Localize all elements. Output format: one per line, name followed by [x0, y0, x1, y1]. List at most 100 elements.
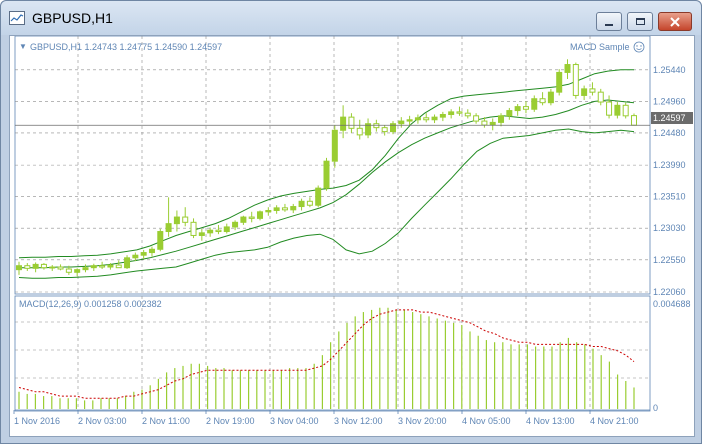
candle-body	[431, 116, 438, 121]
candle-body	[240, 216, 247, 223]
minimize-icon	[605, 23, 613, 26]
candle-body	[464, 112, 471, 117]
candle-body	[531, 98, 538, 110]
candle-body	[173, 216, 180, 225]
candlesticks	[16, 59, 637, 277]
candle-body	[456, 111, 463, 114]
time-tick-label: 2 Nov 03:00	[78, 416, 127, 426]
candle-body	[597, 91, 604, 103]
time-tick-label: 3 Nov 04:00	[270, 416, 319, 426]
candle-body	[448, 111, 455, 116]
candle-body	[140, 252, 147, 256]
candle-body	[198, 232, 205, 236]
time-tick-label: 4 Nov 21:00	[590, 416, 639, 426]
candle-body	[165, 223, 172, 233]
title-bar[interactable]: GBPUSD,H1	[1, 1, 701, 35]
candle-body	[207, 229, 214, 234]
candle-body	[514, 106, 521, 112]
candle-body	[132, 254, 139, 259]
candle-body	[148, 248, 155, 254]
candle-body	[356, 127, 363, 136]
candle-body	[49, 266, 56, 269]
candle-body	[281, 207, 288, 211]
minimize-button[interactable]	[596, 12, 622, 31]
candle-body	[631, 115, 637, 126]
candle-body	[16, 265, 22, 271]
close-button[interactable]	[658, 12, 692, 31]
chart-window-icon	[9, 11, 25, 25]
candle-body	[489, 121, 496, 126]
candle-body	[306, 200, 313, 206]
candle-body	[506, 110, 513, 117]
macd-histogram	[18, 307, 635, 409]
main-panel-frame	[14, 35, 651, 295]
restore-icon	[635, 18, 645, 25]
candle-body	[215, 229, 222, 233]
price-tick-label: 1.24960	[653, 96, 686, 106]
candle-body	[40, 263, 47, 269]
time-tick-label: 2 Nov 11:00	[142, 416, 190, 426]
symbol-info: GBPUSD,H1 1.24743 1.24775 1.24590 1.2459…	[30, 42, 222, 52]
candle-body	[406, 119, 413, 122]
candle-body	[115, 264, 122, 269]
price-tick-label: 1.23030	[653, 223, 686, 233]
price-tick-label: 1.22060	[653, 287, 686, 297]
candle-body	[381, 127, 388, 133]
candle-body	[257, 211, 264, 219]
candle-body	[157, 231, 164, 250]
grid	[14, 35, 651, 412]
candle-body	[398, 120, 405, 125]
candle-body	[182, 216, 189, 223]
candle-body	[90, 265, 97, 269]
time-tick-label: 1 Nov 2016	[14, 416, 60, 426]
candle-body	[589, 88, 596, 93]
chart-canvas[interactable]: 1.25440 1.24960 1.24480 1.23990 1.23510 1.230…	[10, 35, 694, 436]
candle-body	[32, 263, 39, 269]
macd-label: MACD(12,26,9) 0.001258 0.002382	[19, 299, 162, 309]
candle-body	[348, 116, 355, 129]
candle-body	[614, 104, 621, 116]
macd-panel-frame	[14, 295, 651, 412]
candle-body	[124, 257, 131, 269]
time-tick-label: 3 Nov 20:00	[398, 416, 447, 426]
macd-zero-label: 0	[653, 403, 658, 413]
candle-body	[564, 64, 571, 73]
candle-body	[298, 200, 305, 208]
candle-body	[331, 129, 338, 162]
candle-body	[82, 267, 89, 271]
current-price-label: 1.24597	[653, 113, 686, 123]
chart-area[interactable]: 1.25440 1.24960 1.24480 1.23990 1.23510 1.230…	[9, 35, 695, 437]
restore-button[interactable]	[627, 12, 653, 31]
candle-body	[74, 269, 81, 273]
price-tick-label: 1.23510	[653, 192, 686, 202]
price-tick-label: 1.22550	[653, 255, 686, 265]
symbol-dropdown-icon[interactable]: ▼	[19, 42, 27, 51]
candle-body	[622, 104, 629, 117]
smiley-icon	[633, 41, 645, 53]
price-tick-label: 1.24480	[653, 128, 686, 138]
candle-body	[473, 115, 480, 122]
candle-body	[24, 265, 31, 269]
candle-body	[265, 209, 272, 213]
time-tick-label: 2 Nov 19:00	[206, 416, 255, 426]
time-tick-label: 4 Nov 05:00	[462, 416, 511, 426]
candle-body	[522, 106, 529, 110]
time-tick-label: 4 Nov 13:00	[526, 416, 575, 426]
candle-body	[223, 226, 230, 233]
price-tick-label: 1.23990	[653, 160, 686, 170]
window-title: GBPUSD,H1	[32, 10, 113, 26]
candle-body	[423, 117, 430, 121]
candle-body	[315, 187, 322, 206]
macd-signal	[18, 309, 635, 399]
candle-body	[572, 64, 579, 96]
candle-body	[65, 268, 72, 273]
bollinger-lower-line	[18, 128, 635, 279]
candle-body	[439, 114, 446, 118]
candle-body	[248, 216, 255, 219]
candle-body	[481, 120, 488, 126]
indicator-name: MACD Sample	[570, 42, 630, 52]
price-tick-label: 1.25440	[653, 65, 686, 75]
candle-body	[232, 221, 239, 228]
candle-body	[273, 207, 280, 211]
candle-body	[547, 91, 554, 104]
